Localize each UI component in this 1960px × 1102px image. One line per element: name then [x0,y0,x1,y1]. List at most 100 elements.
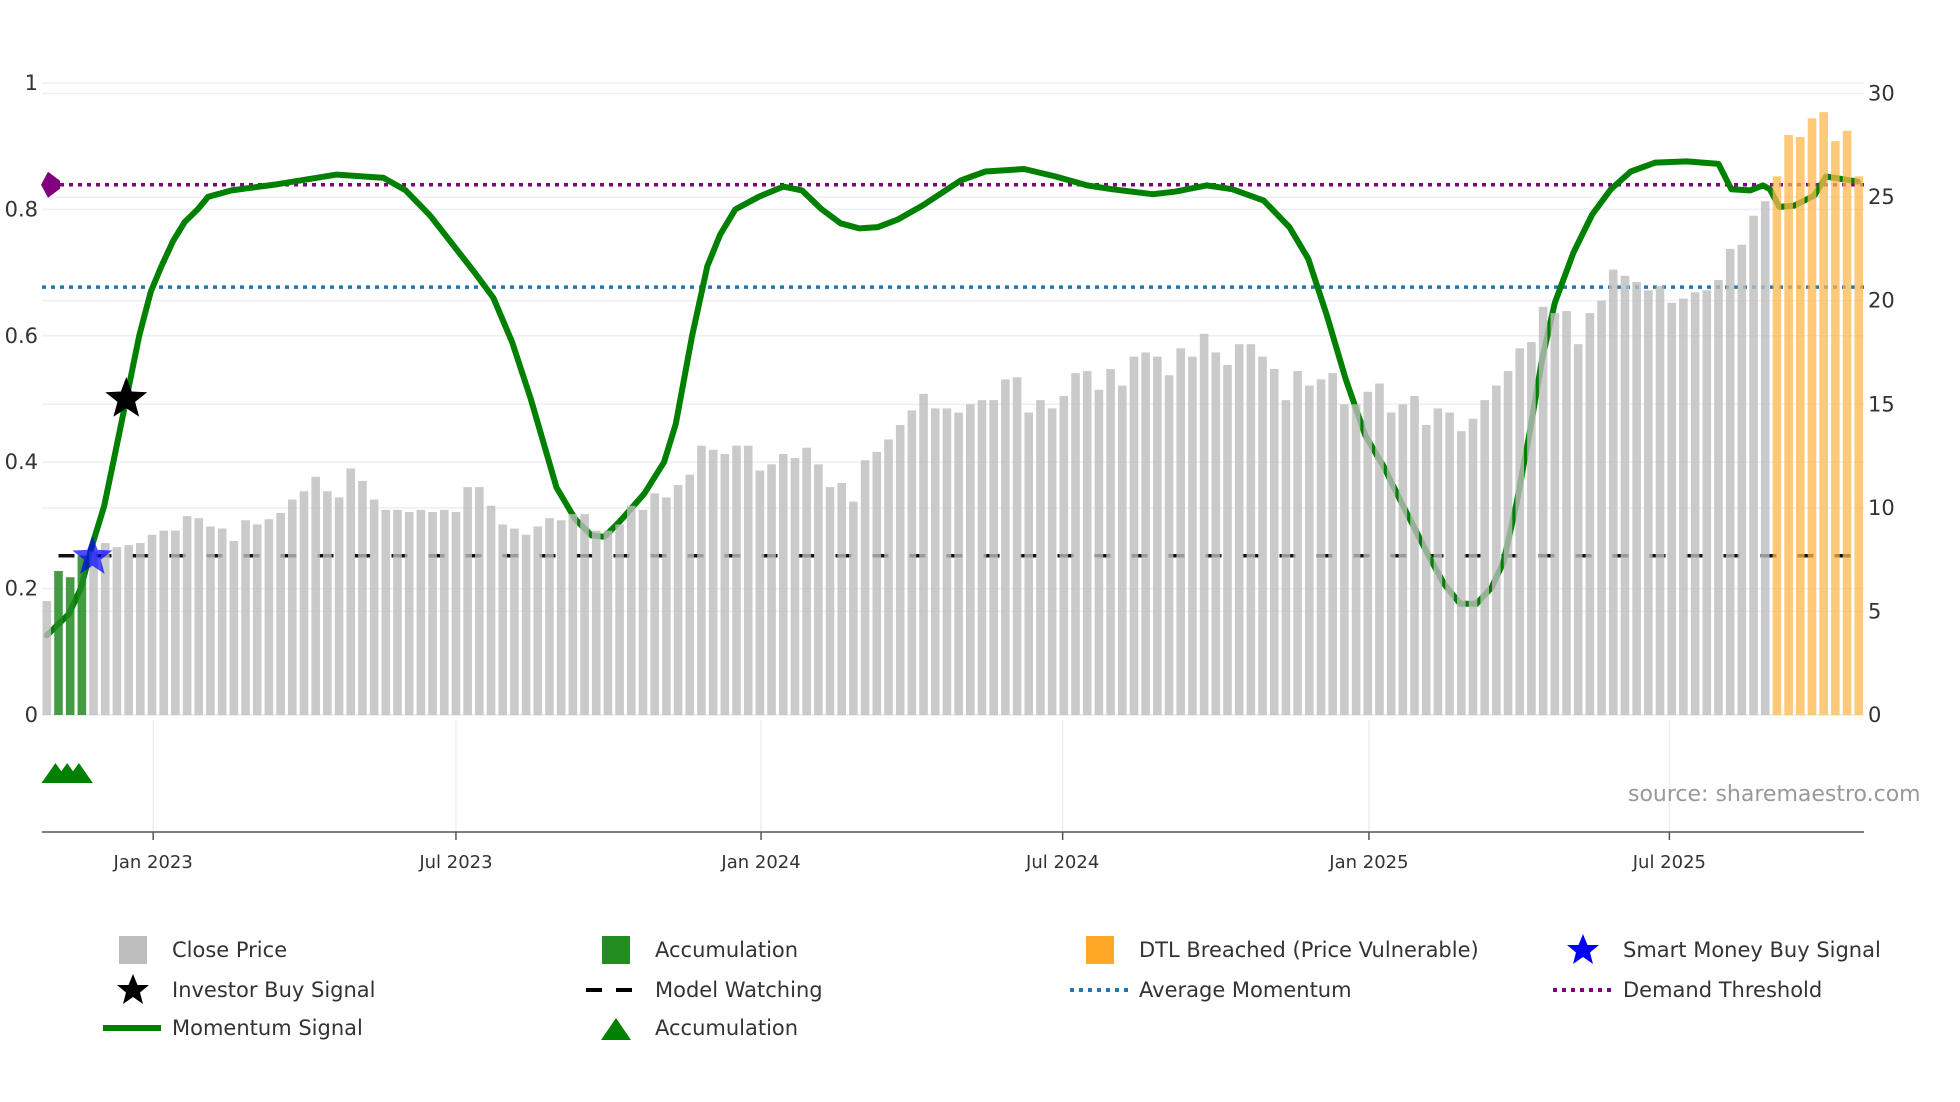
right-tick-label: 20 [1868,289,1895,313]
right-y-axis: 0 5 10 15 20 25 30 [1868,82,1895,728]
close-price-bar [404,511,414,715]
close-price-bar [1702,290,1712,715]
close-price-bar [1737,244,1747,715]
close-price-bar [182,516,192,715]
close-price-bar [1141,352,1150,715]
close-price-bar [1562,311,1571,715]
close-price-bar [89,551,98,715]
close-price-bar [1573,344,1583,715]
right-tick-label: 5 [1868,599,1881,623]
close-price-bar [42,601,52,715]
close-price-bar [521,534,531,715]
close-price-bar [486,505,496,715]
close-price-bar [580,514,589,715]
close-price-bar [662,497,671,715]
close-price-bar [545,518,554,715]
close-price-bar [1375,383,1384,715]
accumulation-bar [77,555,87,715]
close-price-bar [1059,395,1069,715]
close-price-bar [1597,300,1606,715]
close-price-bar [778,453,788,715]
legend-label: Momentum Signal [172,1016,363,1040]
close-price-bar [299,491,309,715]
left-tick-label: 0.6 [5,324,38,348]
close-price-bar [451,511,461,715]
dtl-breached-bar [1842,130,1852,716]
source-annotation: source: sharemaestro.com [1628,782,1921,807]
dtl-breached-bar [1784,134,1793,715]
close-price-bar [837,482,847,715]
close-price-bar [1433,408,1443,715]
dtl-breached-bar [1854,176,1864,715]
close-price-bar [849,501,858,715]
star-black-legend-icon [101,973,161,1007]
close-price-bar [1281,400,1291,715]
close-price-bar [802,447,811,715]
close-price-bar [673,485,683,715]
close-price-bar [872,451,882,715]
close-price-bar [229,540,239,715]
close-price-bar [1550,313,1560,715]
close-price-bar [1094,389,1104,715]
dot-purple-legend-icon [1551,973,1611,1007]
close-price-bar [439,509,449,715]
x-tick-label: Jul 2024 [1025,852,1099,873]
close-price-bar [1293,371,1302,715]
close-price-bar [1445,412,1454,715]
close-price-bar [720,453,730,715]
close-price-bar [1655,286,1665,715]
close-price-bar [1480,400,1489,715]
right-tick-label: 30 [1868,82,1895,106]
close-price-bar [252,524,262,715]
close-price-bar [1644,290,1653,715]
left-tick-label: 1 [25,71,38,95]
close-price-bar [112,547,122,715]
close-price-bar [1760,201,1770,715]
close-price-bar [369,499,379,715]
legend-label: Smart Money Buy Signal [1623,938,1881,962]
star-blue-legend-icon [1551,933,1611,967]
close-price-bar [217,528,227,715]
close-price-bar [1585,313,1595,715]
close-price-bar [393,509,402,715]
close-price-bar [697,445,706,715]
left-tick-label: 0.2 [5,577,38,601]
close-price-bar [884,439,893,715]
close-price-bar [1199,333,1209,715]
close-price-bar [1515,348,1525,715]
close-price-bar [346,468,356,715]
close-price-bar [1211,352,1221,715]
close-price-bar [1036,400,1045,715]
close-price-bar [743,445,753,715]
close-price-bar [147,534,157,715]
close-price-bar [287,499,297,715]
close-price-bar [755,470,765,715]
close-price-bar [323,491,332,715]
right-tick-label: 15 [1868,392,1895,416]
left-y-axis: 0 0.2 0.4 0.6 0.8 1 [5,71,38,727]
x-tick-label: Jan 2023 [113,852,193,873]
triangle-green-legend-icon [584,1011,644,1045]
close-price-bar [1632,282,1641,715]
line-green-legend-icon [101,1011,161,1045]
right-tick-label: 0 [1868,703,1881,727]
close-price-bar [1188,356,1197,715]
close-price-bar [1503,371,1513,715]
close-price-bar [1082,371,1092,715]
close-price-bar [568,514,578,715]
legend-label: Model Watching [655,978,823,1002]
square-gray-legend-icon [101,933,161,967]
close-price-bar [1527,342,1536,715]
close-price-bar [1679,298,1688,715]
demand-threshold-marker [41,171,60,198]
close-price-bar [556,520,566,715]
close-price-bar [627,505,636,715]
close-price-bar [358,480,367,715]
close-price-bar [814,464,823,715]
close-price-bar [159,530,168,715]
x-tick-label: Jul 2025 [1632,852,1706,873]
close-price-bar [1047,408,1057,715]
close-price-bar [1316,379,1326,715]
close-price-bar [241,520,250,715]
close-price-bar [1456,431,1466,715]
